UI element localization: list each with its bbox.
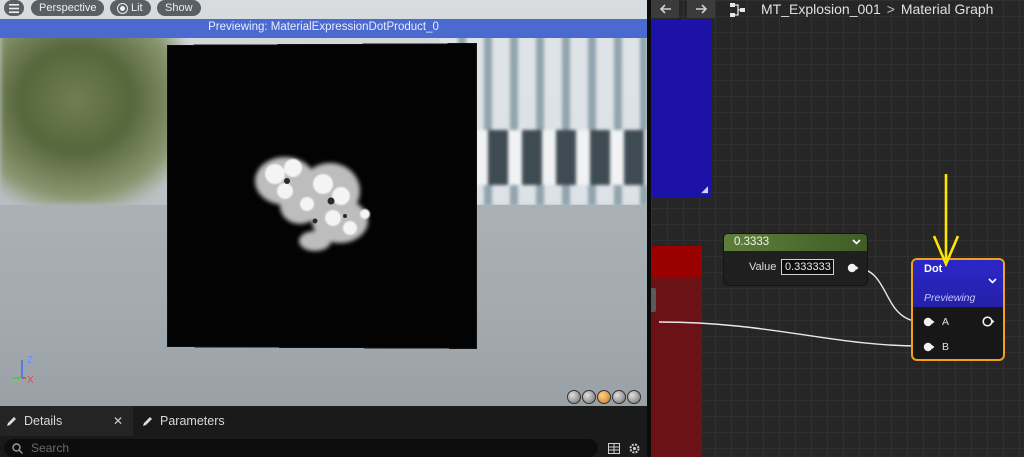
show-flags-button[interactable]: Show [157, 0, 201, 16]
constant-node[interactable]: 0.3333 Value [723, 233, 868, 286]
input-pin-icon [923, 317, 935, 327]
breadcrumb-separator: > [886, 1, 895, 17]
details-search-input[interactable]: Search [4, 439, 598, 457]
comment-node-blue[interactable]: ◢ [651, 20, 711, 198]
material-editor: Perspective Lit Show Previewing: Materia… [0, 0, 1024, 457]
details-panel: Details ✕ Parameters Search [0, 406, 647, 457]
custom-mesh-preview-icon[interactable] [627, 390, 641, 404]
show-label: Show [165, 2, 193, 14]
breadcrumb-asset[interactable]: MT_Explosion_001 [761, 1, 881, 17]
lit-sphere-icon [118, 3, 127, 13]
axis-gizmo-icon: Z X [12, 355, 34, 386]
input-pin-a-label: A [942, 316, 950, 328]
annotation-arrow-icon [932, 174, 960, 268]
plane-preview-icon[interactable] [597, 390, 611, 404]
preview-banner-text: Previewing: MaterialExpressionDotProduct… [208, 21, 439, 33]
view-mode-label: Perspective [39, 2, 97, 14]
breadcrumb-graph[interactable]: Material Graph [901, 1, 994, 17]
close-tab-icon[interactable]: ✕ [113, 414, 123, 428]
pencil-icon [7, 417, 16, 426]
cube-preview-icon[interactable] [612, 390, 626, 404]
constant-node-body: Value [724, 251, 867, 285]
preview-shape-toolbar [567, 390, 641, 406]
sphere-preview-icon[interactable] [582, 390, 596, 404]
graph-icon [730, 3, 745, 17]
forward-button[interactable] [687, 0, 715, 18]
pencil-icon [143, 417, 152, 426]
output-pin-icon[interactable] [847, 263, 859, 273]
value-field[interactable] [781, 259, 834, 275]
hamburger-menu-icon [9, 3, 19, 13]
lighting-mode-button[interactable]: Lit [110, 0, 151, 16]
comment-node-red[interactable] [651, 246, 702, 457]
tab-details[interactable]: Details ✕ [0, 406, 133, 436]
value-label: Value [749, 261, 777, 273]
table-view-icon[interactable] [608, 443, 620, 454]
tab-details-label: Details [24, 414, 63, 428]
input-pin-b[interactable]: B [923, 341, 949, 353]
input-pin-a[interactable]: A [923, 316, 949, 328]
arrow-right-icon [695, 4, 707, 14]
input-pin-b-label: B [942, 341, 950, 353]
output-pin-icon[interactable] [982, 316, 995, 327]
search-icon [12, 442, 23, 454]
arrow-left-icon [659, 4, 671, 14]
back-button[interactable] [651, 0, 679, 18]
lighting-mode-label: Lit [131, 2, 143, 14]
chevron-down-icon[interactable] [988, 276, 997, 287]
tab-parameters[interactable]: Parameters [138, 406, 225, 436]
constant-node-title: 0.3333 [734, 236, 770, 248]
dot-product-node[interactable]: Dot Previewing A B [911, 258, 1005, 361]
graph-header: MT_Explosion_001 > Material Graph [651, 0, 1024, 20]
search-placeholder: Search [31, 441, 70, 455]
constant-node-header[interactable]: 0.3333 [724, 234, 867, 251]
preview-viewport[interactable]: Perspective Lit Show Previewing: Materia… [0, 0, 647, 406]
view-mode-button[interactable]: Perspective [31, 0, 105, 16]
gear-icon[interactable] [628, 442, 641, 455]
axis-z-label: Z [27, 355, 33, 366]
axis-x-label: X [27, 375, 34, 386]
background-trees [0, 30, 190, 205]
resize-handle-icon[interactable]: ◢ [701, 184, 708, 195]
viewport-menu-button[interactable] [4, 0, 24, 16]
tab-parameters-label: Parameters [160, 414, 225, 428]
node-edge-pin[interactable] [651, 288, 656, 312]
input-pin-icon [923, 342, 935, 352]
material-graph-canvas[interactable]: ◢ MT_Explosion_001 > Material Graph 0.33… [651, 0, 1024, 457]
smoke-texture-preview [255, 157, 370, 251]
chevron-down-icon[interactable] [852, 234, 861, 251]
cylinder-preview-icon[interactable] [567, 390, 581, 404]
dot-node-status: Previewing [924, 292, 976, 304]
breadcrumb: MT_Explosion_001 > Material Graph [761, 1, 993, 17]
comment-node-red-header [651, 246, 702, 278]
